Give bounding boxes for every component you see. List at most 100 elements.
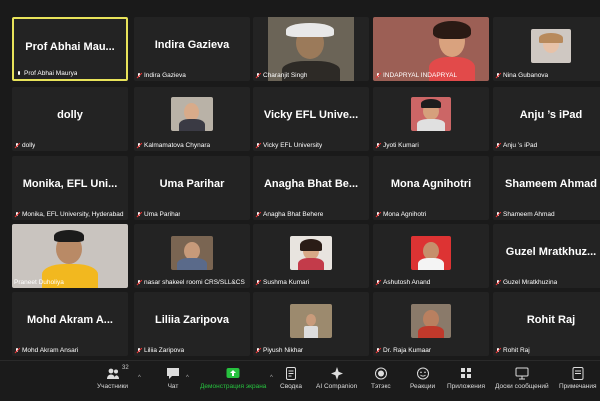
participant-tile[interactable]: Jyoti Kumari: [373, 87, 489, 151]
tile-name: Uma Parihar: [159, 178, 225, 190]
participant-tile[interactable]: Shameem Ahmad Shameem Ahmad: [493, 156, 600, 220]
participant-tile[interactable]: Liliia Zaripova Liliia Zaripova: [134, 292, 250, 356]
video-feed: [411, 97, 451, 131]
participants-count: 32: [122, 365, 129, 371]
summary-button[interactable]: Сводка: [280, 367, 302, 390]
mic-muted-icon: [255, 142, 261, 149]
participant-tile[interactable]: Anju ’s iPad Anju ’s iPad: [493, 87, 600, 151]
tile-name: Shameem Ahmad: [505, 178, 597, 190]
tile-name: Prof Abhai Mau...: [25, 41, 115, 53]
tile-label: Rohit Raj: [495, 347, 530, 354]
mic-muted-icon: [495, 347, 501, 354]
whiteboards-button[interactable]: Доски сообщений: [495, 367, 549, 390]
gallery-grid: Prof Abhai Mau... Prof Abhai Maurya Indi…: [0, 0, 600, 360]
participant-tile[interactable]: Charanjit Singh: [253, 17, 369, 81]
video-feed: [531, 29, 571, 63]
tile-label: Monika, EFL University, Hyderabad: [14, 211, 124, 218]
participant-tile[interactable]: Piyush Nikhar: [253, 292, 369, 356]
tile-name: Mona Agnihotri: [390, 178, 472, 190]
tile-name: Anagha Bhat Be...: [263, 178, 359, 190]
notes-button[interactable]: Примечания: [559, 367, 597, 390]
participant-tile[interactable]: Indira Gazieva Indira Gazieva: [134, 17, 250, 81]
mic-muted-icon: [136, 279, 142, 286]
tile-label: Vicky EFL University: [255, 142, 322, 149]
mic-muted-icon: [136, 72, 142, 79]
tile-label: Kalmamatova Chynara: [136, 142, 210, 149]
participant-tile[interactable]: Uma Parihar Uma Parihar: [134, 156, 250, 220]
chat-button[interactable]: Чат: [166, 367, 180, 390]
tile-name: Anju ’s iPad: [519, 109, 583, 121]
mic-muted-icon: [255, 279, 261, 286]
record-icon: [374, 367, 388, 380]
mic-muted-icon: [375, 347, 381, 354]
tile-label: Indira Gazieva: [136, 72, 186, 79]
tile-label: Sushma Kumari: [255, 279, 309, 286]
participant-tile[interactable]: Mohd Akram A... Mohd Akram Ansari: [12, 292, 128, 356]
mic-muted-icon: [136, 142, 142, 149]
smiley-icon: [416, 367, 430, 380]
participant-tile[interactable]: Prof Abhai Mau... Prof Abhai Maurya: [12, 17, 128, 81]
mic-muted-icon: [375, 279, 381, 286]
tile-label: Anagha Bhat Behere: [255, 211, 323, 218]
mic-muted-icon: [375, 211, 381, 218]
participant-tile[interactable]: INDAPRYAL INDAPRYAL: [373, 17, 489, 81]
tile-label: Anju ’s iPad: [495, 142, 537, 149]
apps-button[interactable]: Приложения: [447, 367, 485, 390]
participant-tile[interactable]: Anagha Bhat Be... Anagha Bhat Behere: [253, 156, 369, 220]
tile-label: Liliia Zaripova: [136, 347, 184, 354]
tile-name: dolly: [57, 109, 83, 121]
reactions-button[interactable]: Реакции: [410, 367, 435, 390]
tile-label: Charanjit Singh: [255, 72, 307, 79]
mic-muted-icon: [14, 347, 20, 354]
participant-tile[interactable]: dolly dolly: [12, 87, 128, 151]
tile-name: Rohit Raj: [526, 314, 576, 326]
participant-tile[interactable]: Vicky EFL Unive... Vicky EFL University: [253, 87, 369, 151]
tile-label: dolly: [14, 142, 35, 149]
participant-tile[interactable]: Guzel Mratkhuz... Guzel Mratkhuzina: [493, 224, 600, 288]
mic-muted-icon: [495, 279, 501, 286]
share-screen-button[interactable]: Демонстрация экрана: [200, 367, 266, 390]
meeting-toolbar: Участники 32 ^ Чат ^ Демонстрация экрана…: [0, 360, 600, 401]
participant-tile[interactable]: Rohit Raj Rohit Raj: [493, 292, 600, 356]
notes-icon: [571, 367, 585, 380]
participant-tile[interactable]: Kalmamatova Chynara: [134, 87, 250, 151]
tile-label: Nina Gubanova: [495, 72, 548, 79]
mic-on-icon: [16, 70, 22, 77]
participant-tile[interactable]: Mona Agnihotri Mona Agnihotri: [373, 156, 489, 220]
whiteboard-icon: [515, 367, 529, 380]
tile-label: Mona Agnihotri: [375, 211, 426, 218]
tile-label: Piyush Nikhar: [255, 347, 303, 354]
tile-name: Vicky EFL Unive...: [263, 109, 359, 121]
chevron-up-icon[interactable]: ^: [186, 375, 189, 381]
people-icon: [106, 367, 120, 380]
tile-label: Shameem Ahmad: [495, 211, 555, 218]
tile-name: Guzel Mratkhuz...: [505, 246, 597, 258]
sparkle-icon: [330, 367, 344, 380]
participant-tile[interactable]: Ashutosh Anand: [373, 224, 489, 288]
mic-muted-icon: [14, 142, 20, 149]
tile-label: Dr. Raja Kumaar: [375, 347, 431, 354]
chat-icon: [166, 367, 180, 380]
tile-label: nasar shakeel roomi CRS/SLL&CS: [136, 279, 245, 286]
participant-tile[interactable]: Praneet Duholiya: [12, 224, 128, 288]
document-icon: [284, 367, 298, 380]
participant-tile[interactable]: Sushma Kumari: [253, 224, 369, 288]
chevron-up-icon[interactable]: ^: [270, 375, 273, 381]
participant-tile[interactable]: Monika, EFL Uni... Monika, EFL Universit…: [12, 156, 128, 220]
participant-tile[interactable]: Nina Gubanova: [493, 17, 600, 81]
leave-transcript-button[interactable]: Тэтэкс: [371, 367, 391, 390]
mic-muted-icon: [136, 211, 142, 218]
participant-tile[interactable]: Dr. Raja Kumaar: [373, 292, 489, 356]
video-feed: [411, 236, 451, 270]
chevron-up-icon[interactable]: ^: [138, 375, 141, 381]
mic-muted-icon: [375, 142, 381, 149]
share-screen-icon: [226, 367, 240, 380]
tile-label: Prof Abhai Maurya: [16, 70, 77, 77]
video-feed: [290, 304, 332, 338]
mic-muted-icon: [136, 347, 142, 354]
tile-name: Monika, EFL Uni...: [22, 178, 118, 190]
ai-companion-button[interactable]: AI Companion: [316, 367, 357, 390]
tile-label: Jyoti Kumari: [375, 142, 419, 149]
participant-tile[interactable]: nasar shakeel roomi CRS/SLL&CS: [134, 224, 250, 288]
video-feed: [290, 236, 332, 270]
